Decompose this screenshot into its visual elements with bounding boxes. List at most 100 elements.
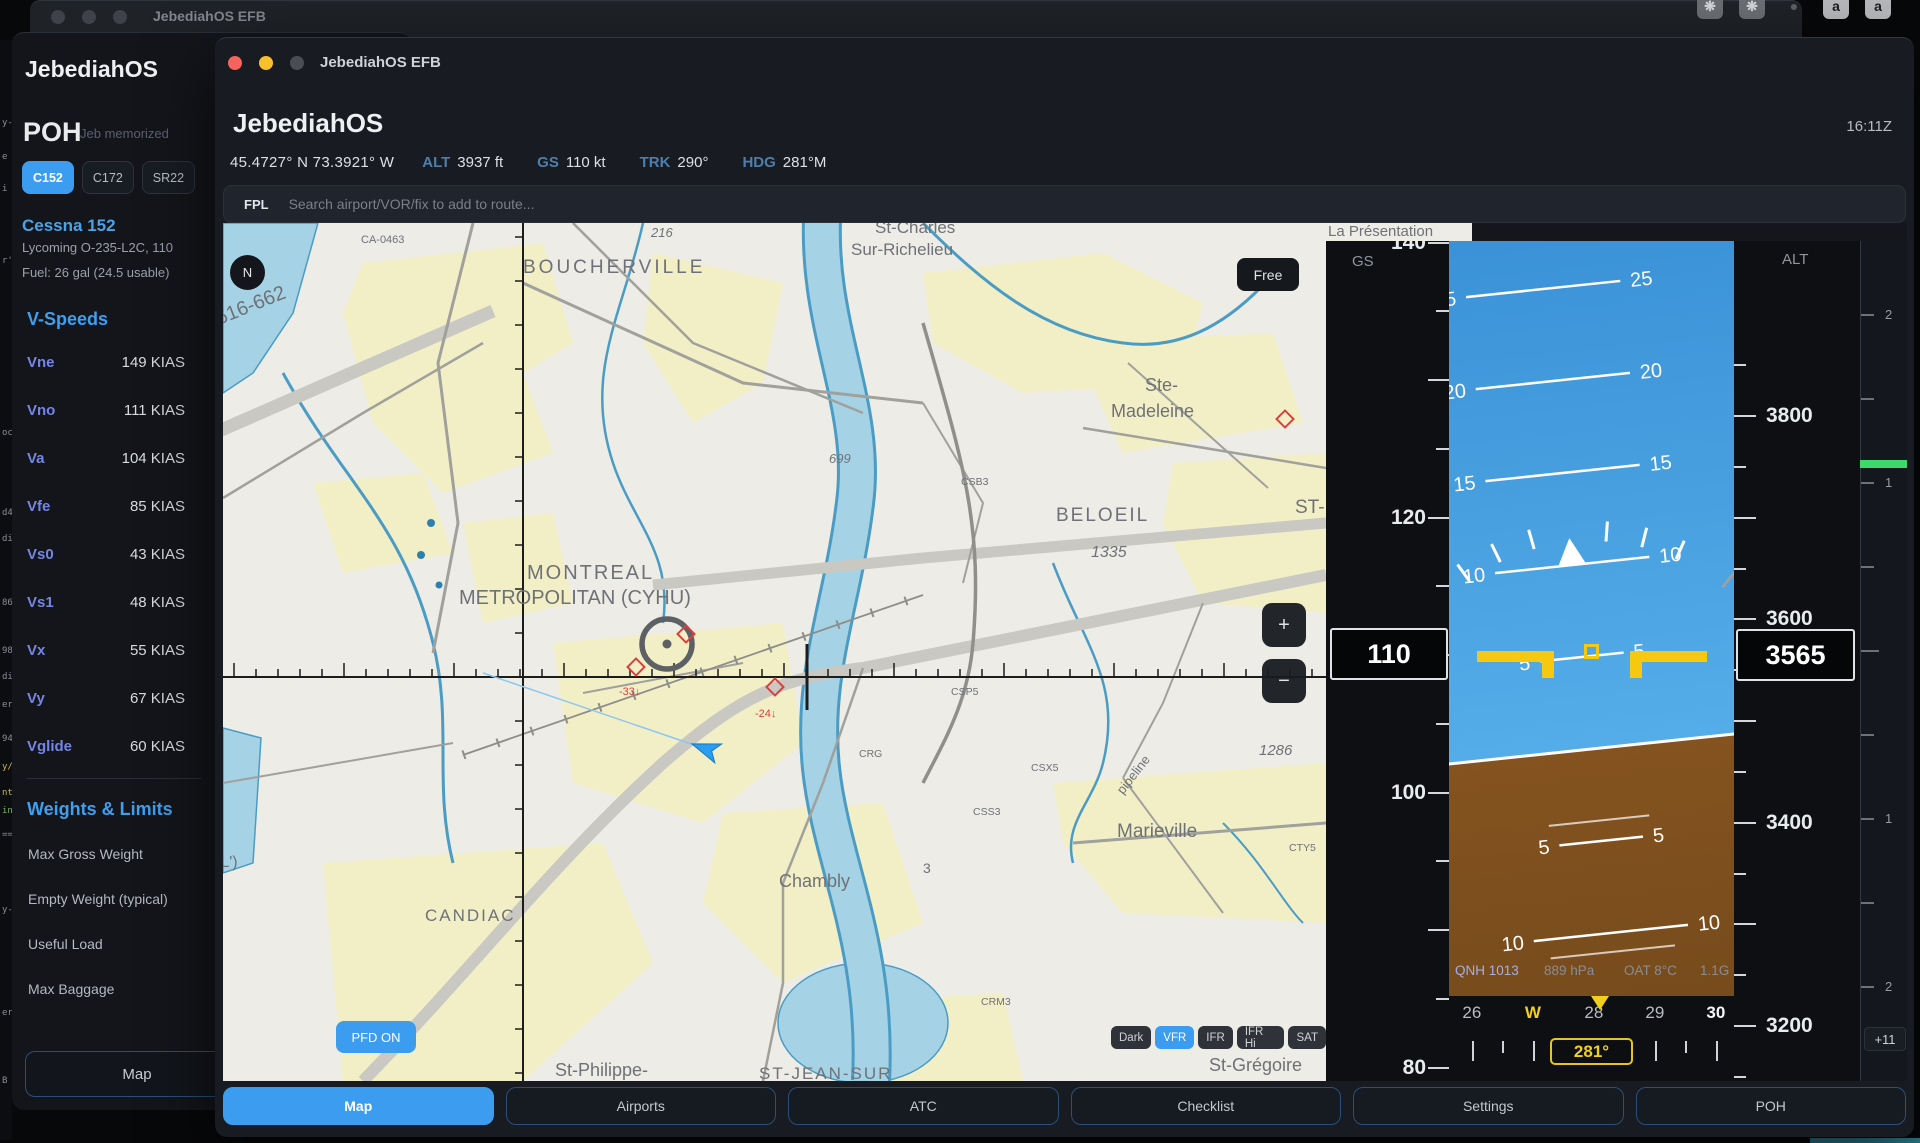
aircraft-fuel: Fuel: 26 gal (24.5 usable)	[22, 265, 169, 280]
svg-text:15: 15	[1452, 472, 1476, 496]
map-label: 699	[829, 451, 851, 466]
weight-row: Useful Load	[28, 921, 208, 966]
alt-value: 3937 ft	[457, 154, 503, 171]
airspeed-tick	[1428, 792, 1449, 794]
vspeed-value: 67 KIAS	[130, 690, 185, 707]
map-style-sat[interactable]: SAT	[1288, 1026, 1326, 1049]
altitude-tick-label: 3600	[1766, 607, 1813, 631]
aircraft-tab-c152[interactable]: C152	[22, 161, 74, 194]
minimize-icon[interactable]	[259, 56, 273, 70]
aircraft-tab-c172[interactable]: C172	[82, 161, 134, 194]
weights-heading: Weights & Limits	[27, 799, 173, 820]
vsi-tape: 2112	[1860, 241, 1907, 1081]
map-label: CRM3	[981, 996, 1011, 1008]
map-label: St-Charles	[875, 223, 955, 237]
bottom-navigation: Map Airports ATC Checklist Settings POH	[223, 1087, 1906, 1125]
svg-text:20: 20	[1449, 380, 1467, 404]
tab-map[interactable]: Map	[223, 1087, 494, 1125]
airspeed-tick	[1428, 1067, 1449, 1069]
a-app-icon[interactable]: a	[1823, 0, 1849, 19]
aircraft-tab-sr22[interactable]: SR22	[142, 161, 195, 194]
traffic-lights	[228, 56, 304, 70]
trk-value: 290°	[677, 154, 708, 171]
close-icon[interactable]	[228, 56, 242, 70]
flight-symbol-center	[1584, 644, 1599, 659]
vsi-tick	[1861, 902, 1874, 904]
map-canvas[interactable]: St-CharlesSur-Richelieu216CA-0463BOUCHER…	[223, 223, 1326, 1081]
map-style-vfr[interactable]: VFR	[1155, 1026, 1194, 1049]
vspeed-label: Vglide	[27, 738, 72, 755]
map-label: Madeleine	[1111, 401, 1194, 421]
route-search-bar: FPL	[223, 185, 1906, 223]
gs-value: 110 kt	[566, 154, 606, 171]
top-app-icons: ❋ ❋ ● aa	[0, 0, 1920, 27]
altitude-tick	[1734, 568, 1746, 570]
zoom-in-button[interactable]: +	[1262, 603, 1306, 647]
map-label: 1286	[1259, 742, 1293, 759]
north-up-button[interactable]: N	[230, 255, 265, 290]
altitude-tick	[1734, 923, 1756, 925]
vsi-tick	[1861, 734, 1874, 736]
map-label: La Présentation	[1328, 223, 1433, 240]
heading-tick-label: 29	[1645, 1003, 1664, 1023]
flight-symbol-left-leg	[1542, 662, 1554, 678]
heading-readout: 281°	[1550, 1038, 1633, 1065]
svg-text:10: 10	[1697, 912, 1721, 936]
zoom-out-button[interactable]: −	[1262, 659, 1306, 703]
weights-list: Max Gross WeightEmpty Weight (typical)Us…	[28, 831, 208, 1011]
vspeed-row: Vs0 43 KIAS	[27, 530, 185, 578]
vspeed-row: Vx55 KIAS	[27, 626, 185, 674]
weight-row: Max Gross Weight	[28, 831, 208, 876]
altitude-tick-label: 3400	[1766, 811, 1813, 835]
map-style-ifr-hi[interactable]: IFR Hi	[1237, 1026, 1285, 1049]
altitude-tick	[1734, 822, 1756, 824]
heading-tick-label: 30	[1706, 1003, 1725, 1023]
vspeeds-list: Vne149 KIASVno111 KIASVa104 KIASVfe85 KI…	[27, 338, 185, 770]
code-fragment: i	[2, 184, 7, 194]
vspeed-value: 60 KIAS	[130, 738, 185, 755]
window-title: JebediahOS EFB	[320, 54, 441, 71]
vsi-tick	[1861, 314, 1874, 316]
vsi-tick	[1861, 650, 1879, 652]
gs-label: GS	[537, 154, 559, 171]
pfd-toggle-button[interactable]: PFD ON	[336, 1021, 416, 1053]
vspeed-value: 104 KIAS	[122, 450, 185, 467]
zoom-icon[interactable]	[290, 56, 304, 70]
vspeed-row: Vs148 KIAS	[27, 578, 185, 626]
oat-value: OAT 8°C	[1624, 963, 1677, 978]
dot-icon[interactable]: ●	[1781, 0, 1807, 19]
vsi-tick-label: 1	[1885, 811, 1892, 826]
map-overflow-strip: La Présentation	[1326, 223, 1472, 241]
altitude-tick	[1734, 618, 1756, 620]
map-label: Chambly	[779, 871, 850, 891]
map-style-dark[interactable]: Dark	[1111, 1026, 1151, 1049]
weight-row: Max Baggage	[28, 966, 208, 1011]
flight-symbol-left-wing	[1477, 651, 1554, 662]
search-input[interactable]	[287, 195, 1905, 213]
spiral-icon[interactable]: ❋	[1697, 0, 1723, 19]
vspeed-row: Vne149 KIAS	[27, 338, 185, 386]
map-style-ifr[interactable]: IFR	[1198, 1026, 1233, 1049]
tab-checklist[interactable]: Checklist	[1071, 1087, 1342, 1125]
a-app-icon[interactable]: a	[1865, 0, 1891, 19]
svg-text:5: 5	[1652, 824, 1665, 847]
code-fragment: e	[2, 152, 7, 162]
vspeed-value: 111 KIAS	[124, 402, 185, 419]
altitude-tick	[1734, 1025, 1756, 1027]
tab-settings[interactable]: Settings	[1353, 1087, 1624, 1125]
tab-atc[interactable]: ATC	[788, 1087, 1059, 1125]
vspeed-row: Va104 KIAS	[27, 434, 185, 482]
vspeed-label: Vfe	[27, 498, 50, 515]
vspeed-value: 43 KIAS	[130, 546, 185, 563]
free-mode-button[interactable]: Free	[1237, 258, 1299, 291]
vspeed-label: Vno	[27, 402, 55, 419]
airspeed-tick	[1428, 242, 1449, 244]
altitude-tick	[1734, 415, 1756, 417]
vspeed-row: Vglide 60 KIAS	[27, 722, 185, 770]
airspeed-tick-label: 100	[1391, 781, 1426, 805]
tab-airports[interactable]: Airports	[506, 1087, 777, 1125]
altitude-tick	[1734, 720, 1756, 722]
spiral-icon[interactable]: ❋	[1739, 0, 1765, 19]
vspeed-label: Vs0	[27, 546, 54, 563]
tab-poh[interactable]: POH	[1636, 1087, 1907, 1125]
